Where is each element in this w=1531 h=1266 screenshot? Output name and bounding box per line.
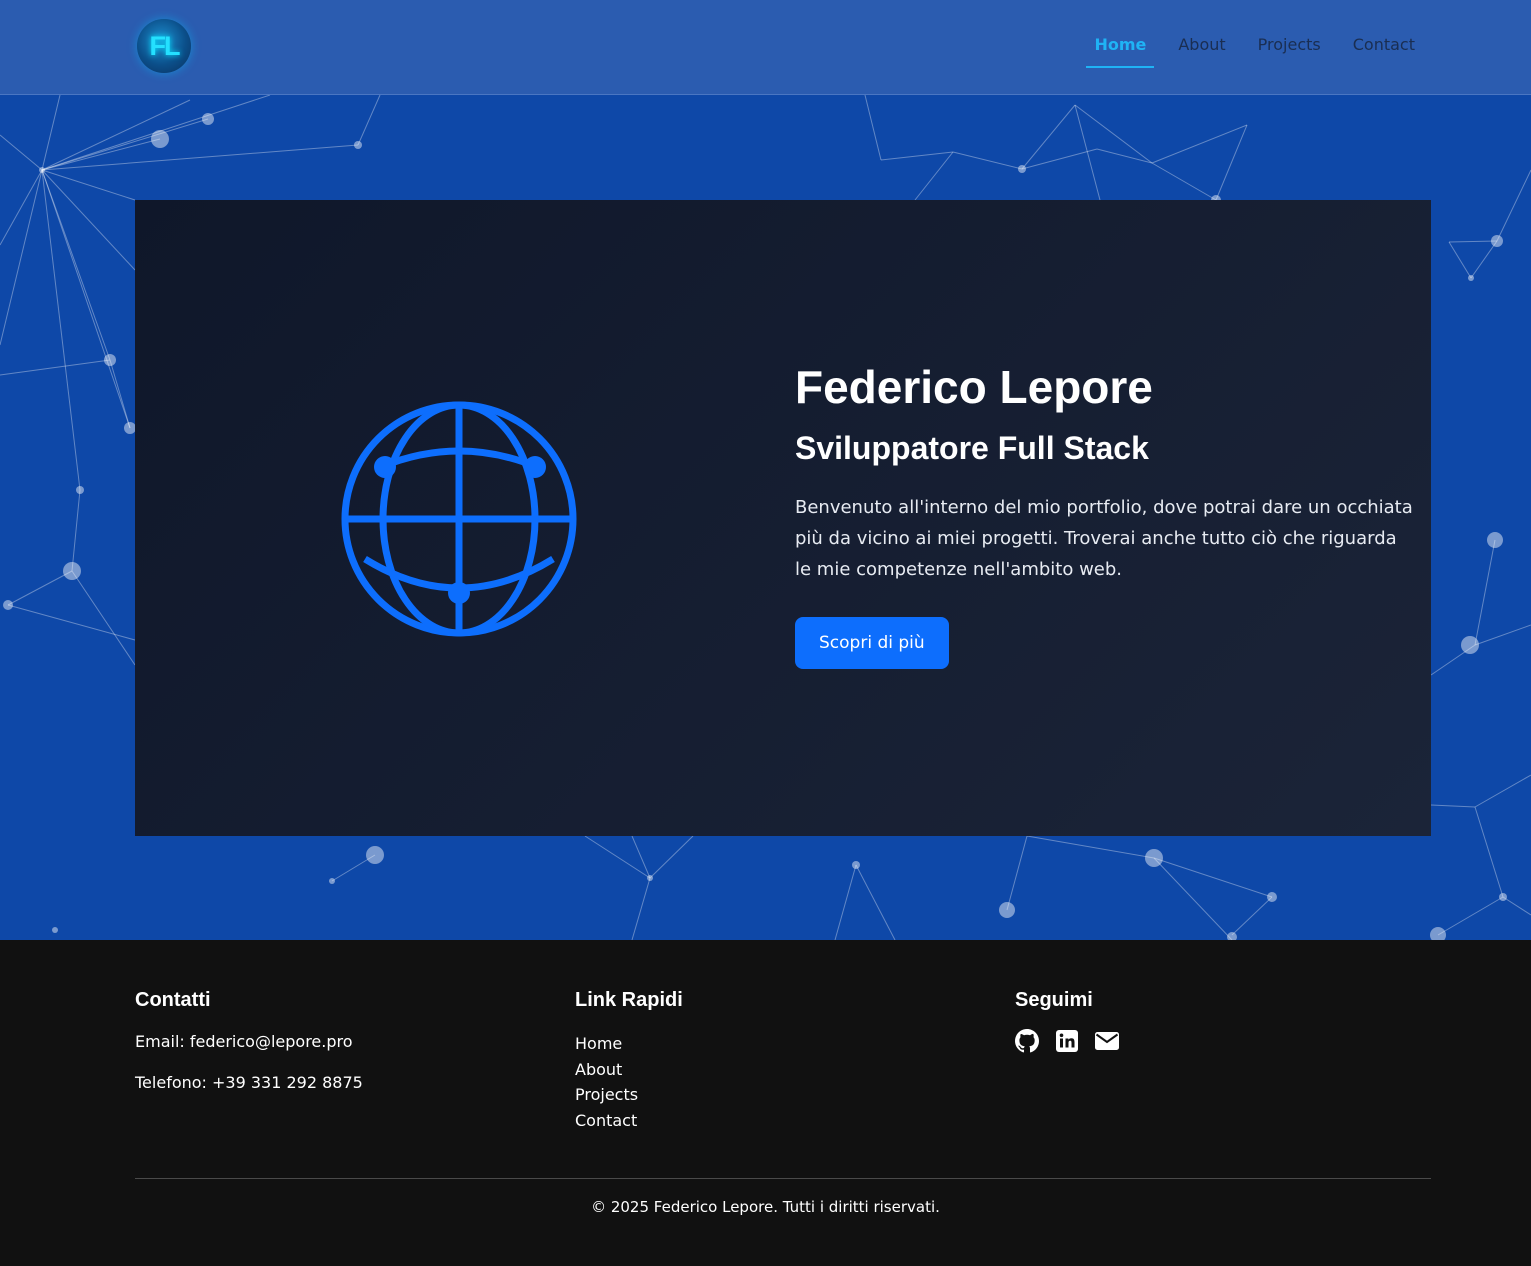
logo[interactable]: FL: [137, 19, 191, 73]
hero-card: Federico Lepore Sviluppatore Full Stack …: [135, 200, 1431, 836]
nav-contact[interactable]: Contact: [1337, 0, 1431, 94]
social-links: [1015, 1029, 1119, 1053]
hero-section: Federico Lepore Sviluppatore Full Stack …: [0, 95, 1531, 940]
footer-quick-links: Link Rapidi Home About Projects Contact: [575, 989, 995, 1130]
site-header: FL Home About Projects Contact: [0, 0, 1531, 95]
footer-link-contact[interactable]: Contact: [575, 1108, 638, 1134]
github-icon[interactable]: [1015, 1029, 1039, 1053]
quick-links-list: Home About Projects Contact: [575, 1031, 638, 1134]
main-nav: Home About Projects Contact: [1078, 0, 1431, 94]
copyright-text: © 2025 Federico Lepore. Tutti i diritti …: [591, 1198, 940, 1216]
nav-home[interactable]: Home: [1078, 0, 1162, 94]
hero-text: Federico Lepore Sviluppatore Full Stack …: [795, 360, 1415, 669]
footer-link-home[interactable]: Home: [575, 1031, 638, 1057]
contacts-heading: Contatti: [135, 989, 211, 1011]
nav-projects[interactable]: Projects: [1242, 0, 1337, 94]
hero-title: Federico Lepore: [795, 361, 1153, 413]
nav-about[interactable]: About: [1162, 0, 1241, 94]
footer-contacts: Contatti Email: federico@lepore.pro Tele…: [135, 989, 555, 1092]
site-footer: Contatti Email: federico@lepore.pro Tele…: [0, 940, 1531, 1266]
hero-description: Benvenuto all'interno del mio portfolio,…: [795, 496, 1413, 580]
footer-divider: [135, 1178, 1431, 1179]
linkedin-icon[interactable]: [1055, 1029, 1079, 1053]
hero-subtitle: Sviluppatore Full Stack: [795, 430, 1149, 467]
social-heading: Seguimi: [1015, 989, 1093, 1011]
discover-more-button[interactable]: Scopri di più: [795, 616, 949, 669]
globe-icon: [341, 401, 577, 637]
footer-link-about[interactable]: About: [575, 1057, 638, 1083]
footer-link-projects[interactable]: Projects: [575, 1082, 638, 1108]
footer-social: Seguimi: [1015, 989, 1435, 1053]
logo-text: FL: [149, 31, 181, 61]
contact-email: Email: federico@lepore.pro: [135, 1032, 353, 1051]
email-icon[interactable]: [1095, 1029, 1119, 1053]
quick-links-heading: Link Rapidi: [575, 989, 683, 1011]
contact-phone: Telefono: +39 331 292 8875: [135, 1073, 363, 1092]
